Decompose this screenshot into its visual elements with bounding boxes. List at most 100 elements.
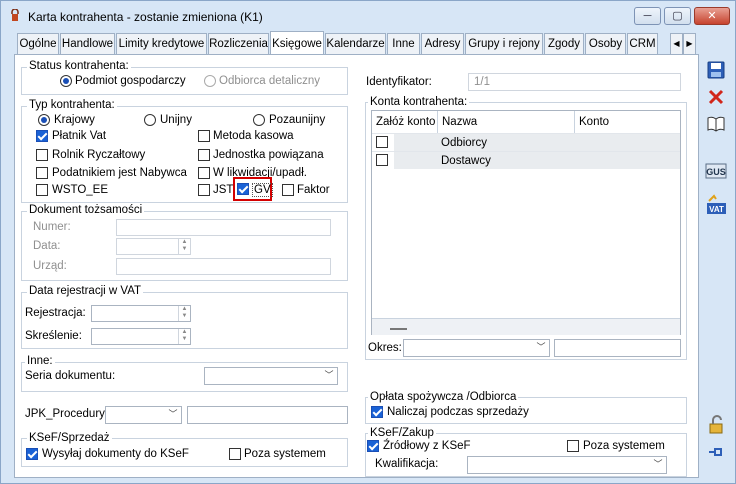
tab-rozliczenia[interactable]: Rozliczenia bbox=[208, 33, 269, 54]
tab-inne[interactable]: Inne bbox=[387, 33, 420, 54]
poza-zakup-checkbox[interactable] bbox=[567, 440, 579, 452]
faktor-label: Faktor bbox=[297, 184, 330, 196]
unijny-label: Unijny bbox=[160, 114, 192, 126]
zrodlowy-label: Źródłowy z KSeF bbox=[383, 440, 471, 452]
jednostka-label: Jednostka powiązana bbox=[213, 149, 324, 161]
wysylaj-checkbox[interactable] bbox=[26, 448, 38, 460]
data-label: Data: bbox=[33, 240, 61, 252]
pozaunijny-radio[interactable] bbox=[253, 114, 265, 126]
grid-footer bbox=[372, 318, 680, 335]
jst-checkbox[interactable] bbox=[198, 184, 210, 196]
svg-text:VAT: VAT bbox=[709, 205, 724, 214]
gv-label: GV bbox=[252, 183, 273, 197]
rejestracja-input[interactable]: ▲ ▼ bbox=[91, 305, 191, 322]
gv-checkbox[interactable] bbox=[237, 183, 249, 195]
okres-select[interactable]: ﹀ bbox=[403, 339, 550, 357]
rejestracja-spin-icon[interactable]: ▲ ▼ bbox=[178, 306, 190, 321]
pin-icon[interactable] bbox=[705, 442, 727, 464]
seria-chevron-icon[interactable]: ﹀ bbox=[322, 369, 336, 382]
urzad-input[interactable] bbox=[116, 258, 331, 275]
unlock-icon[interactable] bbox=[705, 415, 727, 437]
ksef-sprzedaz-label: KSeF/Sprzedaż bbox=[27, 432, 112, 445]
data-spin-icon[interactable]: ▲ ▼ bbox=[178, 239, 190, 254]
platnik-vat-checkbox[interactable] bbox=[36, 130, 48, 142]
krajowy-radio[interactable] bbox=[38, 114, 50, 126]
zrodlowy-checkbox[interactable] bbox=[367, 440, 379, 452]
identyfikator-input: 1/1 bbox=[468, 73, 681, 91]
jpk-chevron-icon[interactable]: ﹀ bbox=[166, 408, 180, 421]
tab-kalendarze[interactable]: Kalendarze bbox=[325, 33, 386, 54]
tab-grupy[interactable]: Grupy i rejony bbox=[465, 33, 543, 54]
tab-ksiegowe[interactable]: Księgowe bbox=[270, 31, 324, 54]
rolnik-checkbox[interactable] bbox=[36, 149, 48, 161]
tab-ogolne[interactable]: Ogólne bbox=[17, 33, 59, 54]
unijny-radio[interactable] bbox=[144, 114, 156, 126]
book-icon[interactable] bbox=[705, 114, 727, 136]
col-konto[interactable]: Konto bbox=[575, 111, 680, 133]
tab-adresy[interactable]: Adresy bbox=[421, 33, 464, 54]
kwalifikacja-label: Kwalifikacja: bbox=[375, 458, 439, 470]
skreslenie-label: Skreślenie: bbox=[25, 330, 82, 342]
zaloz-dostawcy-checkbox[interactable] bbox=[376, 154, 388, 166]
seria-label: Seria dokumentu: bbox=[25, 370, 116, 382]
numer-input[interactable] bbox=[116, 219, 331, 236]
gus-icon[interactable]: GUS bbox=[705, 161, 727, 183]
typ-label: Typ kontrahenta: bbox=[27, 99, 117, 112]
col-zaloz-konto[interactable]: Załóż konto bbox=[372, 111, 438, 133]
rejestracja-group-label: Data rejestracji w VAT bbox=[27, 285, 144, 298]
metoda-kasowa-label: Metoda kasowa bbox=[213, 130, 294, 142]
identyfikator-label: Identyfikator: bbox=[366, 76, 432, 88]
restore-button[interactable]: ▢ bbox=[664, 7, 691, 25]
title-bar: Karta kontrahenta - zostanie zmieniona (… bbox=[1, 1, 735, 31]
save-icon[interactable] bbox=[705, 60, 727, 82]
metoda-kasowa-checkbox[interactable] bbox=[198, 130, 210, 142]
podmiot-radio[interactable] bbox=[60, 75, 72, 87]
skreslenie-input[interactable]: ▲ ▼ bbox=[91, 328, 191, 345]
faktor-checkbox[interactable] bbox=[282, 184, 294, 196]
wsto-label: WSTO_EE bbox=[52, 184, 109, 196]
naliczaj-checkbox[interactable] bbox=[371, 406, 383, 418]
poza-sprzedaz-label: Poza systemem bbox=[244, 448, 326, 460]
zaloz-odbiorcy-checkbox[interactable] bbox=[376, 136, 388, 148]
row-shade bbox=[394, 152, 680, 169]
svg-text:GUS: GUS bbox=[706, 167, 726, 177]
krajowy-label: Krajowy bbox=[54, 114, 95, 126]
jednostka-checkbox[interactable] bbox=[198, 149, 210, 161]
wsto-checkbox[interactable] bbox=[36, 184, 48, 196]
tab-handlowe[interactable]: Handlowe bbox=[60, 33, 115, 54]
okres-chevron-icon[interactable]: ﹀ bbox=[534, 341, 548, 354]
likwidacja-checkbox[interactable] bbox=[198, 167, 210, 179]
row-nazwa: Dostawcy bbox=[441, 155, 491, 167]
konta-grid: Załóż konto Nazwa Konto Odbiorcy Dostawc… bbox=[371, 110, 681, 335]
table-row[interactable]: Dostawcy bbox=[372, 151, 680, 169]
app-icon bbox=[9, 8, 21, 22]
odbiorca-radio[interactable] bbox=[204, 75, 216, 87]
tab-crm[interactable]: CRM bbox=[627, 33, 658, 54]
kwalifikacja-select[interactable]: ﹀ bbox=[467, 456, 667, 474]
platnik-vat-label: Płatnik Vat bbox=[52, 130, 107, 142]
tab-osoby[interactable]: Osoby bbox=[585, 33, 626, 54]
kwalifikacja-chevron-icon[interactable]: ﹀ bbox=[651, 458, 665, 471]
poza-zakup-label: Poza systemem bbox=[583, 440, 665, 452]
table-row[interactable]: Odbiorcy bbox=[372, 133, 680, 151]
tab-limity[interactable]: Limity kredytowe bbox=[116, 33, 207, 54]
poza-sprzedaz-checkbox[interactable] bbox=[229, 448, 241, 460]
tab-scroll-left-icon[interactable]: ◀ bbox=[670, 33, 683, 54]
col-nazwa[interactable]: Nazwa bbox=[438, 111, 575, 133]
podatnik-checkbox[interactable] bbox=[36, 167, 48, 179]
okres-text-input[interactable] bbox=[554, 339, 681, 357]
jpk-text-input[interactable] bbox=[187, 406, 348, 424]
minimize-button[interactable]: ─ bbox=[634, 7, 661, 25]
odbiorca-label: Odbiorca detaliczny bbox=[219, 75, 320, 87]
tab-scroll-right-icon[interactable]: ▶ bbox=[683, 33, 696, 54]
window: Karta kontrahenta - zostanie zmieniona (… bbox=[0, 0, 736, 484]
close-button[interactable]: ✕ bbox=[694, 7, 730, 25]
data-input[interactable]: ▲ ▼ bbox=[116, 238, 191, 255]
vat-icon[interactable]: VAT bbox=[705, 194, 727, 216]
oplata-label: Opłata spożywcza /Odbiorca bbox=[368, 391, 519, 404]
tab-zgody[interactable]: Zgody bbox=[544, 33, 584, 54]
jpk-select[interactable]: ﹀ bbox=[105, 406, 182, 424]
seria-select[interactable]: ﹀ bbox=[204, 367, 338, 385]
cancel-icon[interactable] bbox=[705, 87, 727, 109]
skreslenie-spin-icon[interactable]: ▲ ▼ bbox=[178, 329, 190, 344]
